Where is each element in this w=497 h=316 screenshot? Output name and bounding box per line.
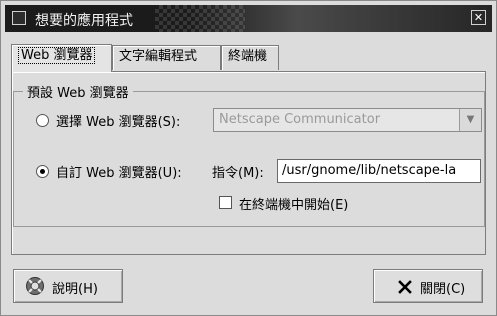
custom-browser-radio[interactable] bbox=[36, 165, 49, 178]
chevron-down-icon[interactable]: ▼ bbox=[459, 109, 481, 131]
close-button[interactable]: 關閉(C) bbox=[373, 269, 483, 303]
tab-terminal[interactable]: 終端機 bbox=[221, 45, 279, 70]
tab-web-browser[interactable]: Web 瀏覽器 bbox=[11, 44, 112, 72]
group-title: 預設 Web 瀏覽器 bbox=[23, 82, 133, 101]
start-in-terminal-checkbox[interactable] bbox=[219, 196, 232, 209]
tab-text-editor[interactable]: 文字編輯程式 bbox=[112, 45, 221, 70]
window-menu-icon[interactable] bbox=[12, 11, 26, 25]
command-entry[interactable] bbox=[277, 159, 481, 183]
help-button-label: 說明(H) bbox=[52, 282, 98, 297]
browser-combo[interactable]: Netscape Communicator ▼ bbox=[213, 108, 482, 132]
window-close-icon[interactable]: ✕ bbox=[471, 10, 486, 25]
preferred-applications-window: 想要的應用程式 ✕ Web 瀏覽器 文字編輯程式 終端機 預設 Web 瀏覽器 … bbox=[0, 0, 497, 316]
command-input[interactable] bbox=[278, 160, 480, 181]
title-bar[interactable]: 想要的應用程式 ✕ bbox=[5, 5, 492, 32]
close-button-label: 關閉(C) bbox=[420, 282, 466, 297]
title-bar-pattern bbox=[155, 5, 245, 32]
window-title: 想要的應用程式 bbox=[35, 13, 133, 29]
start-in-terminal-label[interactable]: 在終端機中開始(E) bbox=[239, 194, 348, 213]
close-x-icon bbox=[398, 280, 412, 294]
help-button[interactable]: 說明(H) bbox=[13, 269, 123, 303]
browser-combo-value: Netscape Communicator bbox=[219, 112, 381, 127]
select-browser-label[interactable]: 選擇 Web 瀏覽器(S): bbox=[56, 111, 180, 130]
custom-browser-label[interactable]: 自訂 Web 瀏覽器(U): bbox=[56, 162, 182, 181]
command-label: 指令(M): bbox=[212, 166, 264, 181]
help-lifebuoy-icon bbox=[26, 277, 44, 295]
select-browser-radio[interactable] bbox=[36, 114, 49, 127]
